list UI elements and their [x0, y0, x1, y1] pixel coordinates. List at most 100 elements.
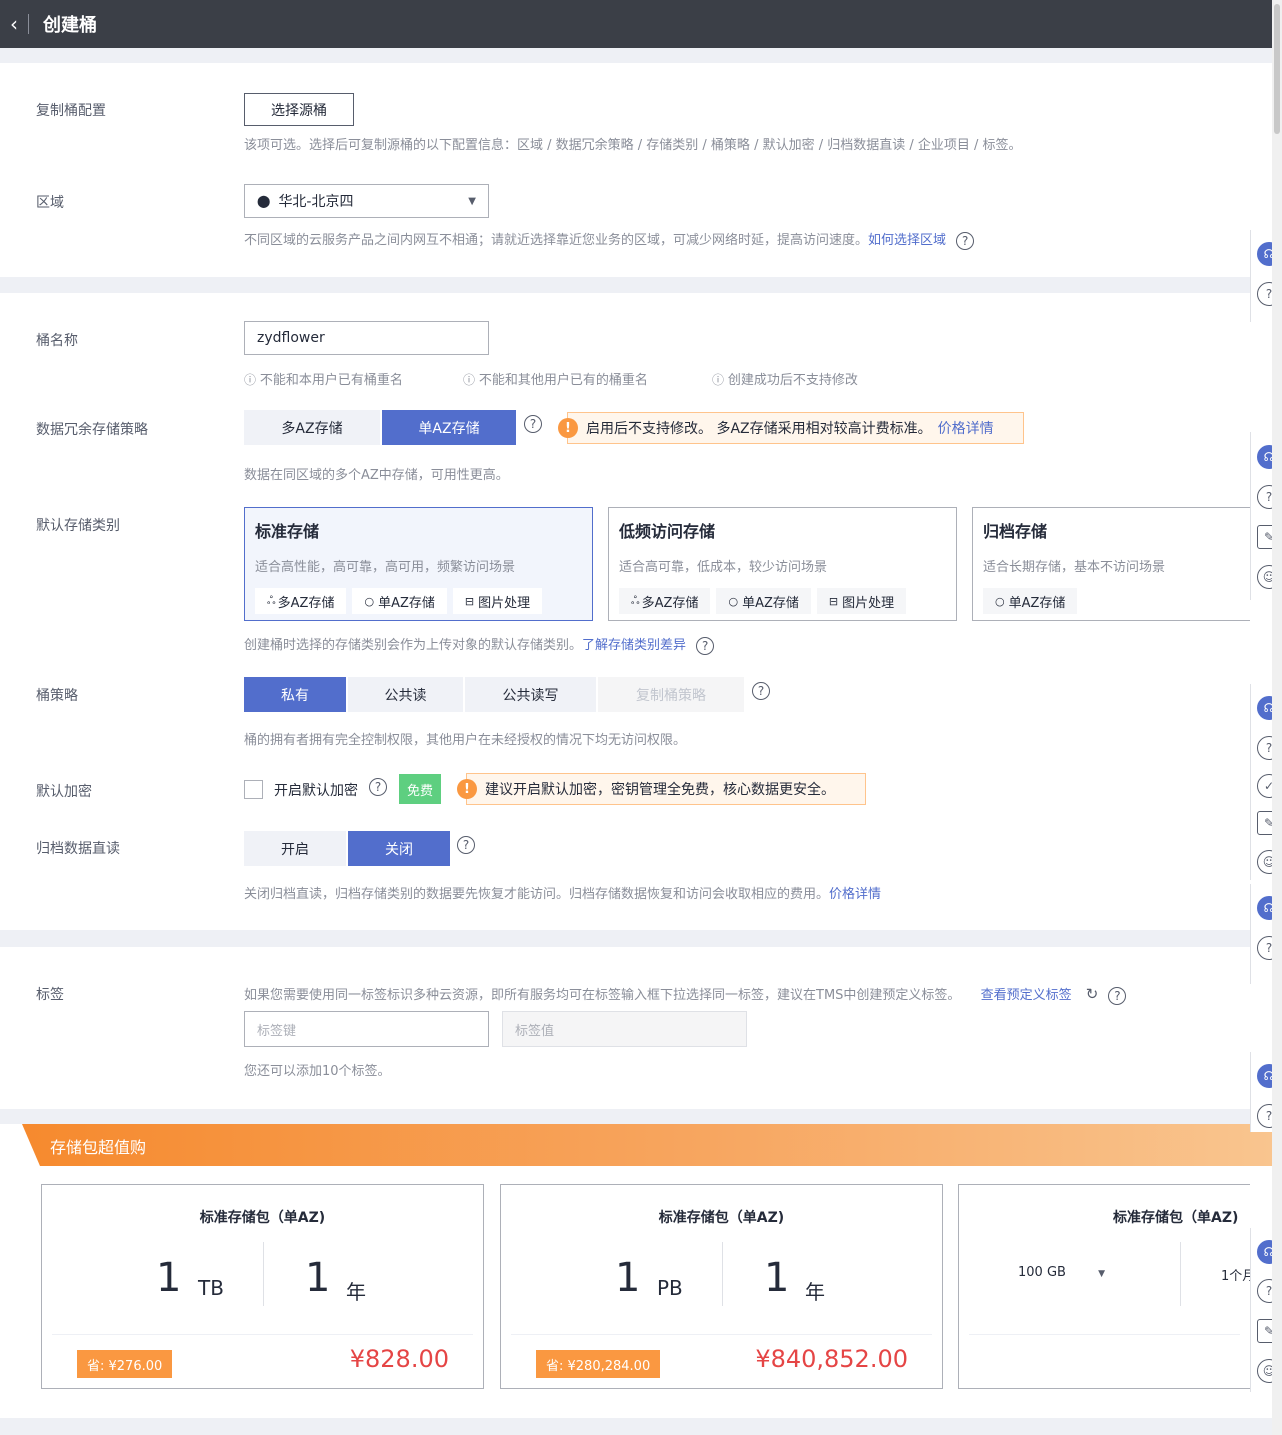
storage-type-title: 标准存储 [255, 522, 320, 541]
tag-key-input[interactable]: 标签键 [244, 1011, 489, 1047]
archive-on-option[interactable]: 开启 [244, 831, 346, 866]
bucket-name-rule: ⓘ 不能和其他用户已有的桶重名 [463, 373, 648, 388]
package-size-unit: PB [657, 1276, 683, 1300]
storage-class-hint: 创建桶时选择的存储类别会作为上传对象的默认存储类别。了解存储类别差异 ? [244, 634, 715, 655]
policy-private-option[interactable]: 私有 [244, 677, 346, 712]
divider [28, 14, 29, 34]
package-size-select[interactable]: 100 GB ▼ [1018, 1265, 1105, 1280]
tag-multi-az: ஃ 多AZ存储 [619, 588, 711, 614]
help-icon[interactable]: ? [1108, 986, 1127, 1005]
caret-down-icon: ▼ [1098, 1269, 1105, 1279]
storage-type-title: 低频访问存储 [619, 522, 716, 541]
tags-card: 标签 如果您需要使用同一标签标识多种云资源，即所有服务均可在标签输入框下拉选择同… [0, 947, 1272, 1109]
refresh-icon[interactable]: ↻ [1086, 985, 1099, 1003]
package-period-select[interactable]: 1个月 [1221, 1265, 1250, 1284]
replicate-label: 复制桶配置 [36, 103, 106, 119]
help-icon[interactable]: ? [696, 636, 715, 655]
divider [263, 1242, 264, 1306]
package-card[interactable]: 标准存储包（单AZ) 1 PB 1 年 省: ¥280,284.00 ¥840,… [500, 1184, 943, 1389]
packages-banner: 存储包超值购 [22, 1124, 1272, 1166]
free-badge: 免费 [399, 774, 441, 804]
region-label: 区域 [36, 195, 64, 211]
package-price: ¥840,852.00 [755, 1345, 908, 1373]
divider [511, 1334, 932, 1335]
chevron-left-icon[interactable]: ‹ [0, 0, 28, 48]
encryption-label: 默认加密 [36, 784, 92, 800]
tag-value-input[interactable]: 标签值 [502, 1011, 747, 1047]
single-az-icon: ○ [995, 594, 1005, 608]
storage-type-desc: 适合高可靠，低成本，较少访问场景 [619, 560, 828, 575]
region-hint: 不同区域的云服务产品之间内网互不相通；请就近选择靠近您业务的区域，可减少网络时延… [244, 229, 975, 250]
package-period-unit: 年 [805, 1280, 825, 1304]
scrollbar-track[interactable] [1272, 0, 1282, 1435]
bucket-name-rule: ⓘ 不能和本用户已有桶重名 [244, 373, 403, 388]
encryption-checkbox-label[interactable]: 开启默认加密 [274, 780, 358, 800]
region-value: 华北-北京四 [278, 194, 354, 210]
tag-single-az: ○ 单AZ存储 [352, 588, 447, 614]
image-icon: ⊟ [828, 594, 839, 608]
multi-az-icon: ஃ [267, 593, 276, 607]
archive-price-link[interactable]: 价格详情 [829, 887, 881, 902]
bucket-name-rule: ⓘ 创建成功后不支持修改 [712, 373, 858, 388]
bucket-name-input[interactable]: zydflower [244, 321, 489, 355]
tags-label: 标签 [36, 987, 64, 1003]
help-icon[interactable]: ? [752, 682, 770, 700]
replicate-hint: 该项可选。选择后可复制源桶的以下配置信息：区域 / 数据冗余策略 / 存储类别 … [244, 138, 1022, 153]
package-size-unit: TB [198, 1276, 224, 1300]
storage-type-archive[interactable]: 归档存储 适合长期存储，基本不访问场景 ○ 单AZ存储 [972, 507, 1250, 621]
package-period: 1 [305, 1255, 331, 1301]
policy-label: 桶策略 [36, 688, 78, 704]
tag-multi-az: ஃ 多AZ存储 [255, 588, 347, 614]
region-select[interactable]: ⬤ 华北-北京四 ▼ [244, 184, 489, 218]
tag-image-processing: ⊟ 图片处理 [452, 588, 543, 614]
storage-class-link[interactable]: 了解存储类别差异 [582, 638, 686, 653]
storage-type-infrequent[interactable]: 低频访问存储 适合高可靠，低成本，较少访问场景 ஃ 多AZ存储 ○ 单AZ存储 ⊟ 图… [608, 507, 957, 621]
policy-public-read-option[interactable]: 公共读 [348, 677, 463, 712]
storage-class-label: 默认存储类别 [36, 518, 120, 534]
storage-type-title: 归档存储 [983, 522, 1048, 541]
divider [1180, 1242, 1181, 1306]
package-saving-badge: 省: ¥280,284.00 [536, 1350, 661, 1378]
bucket-name-label: 桶名称 [36, 333, 78, 349]
package-title: 标准存储包（单AZ) [199, 1210, 326, 1226]
divider [722, 1242, 723, 1306]
help-icon[interactable]: ? [457, 836, 475, 854]
select-source-bucket-button[interactable]: 选择源桶 [244, 93, 354, 126]
single-az-option[interactable]: 单AZ存储 [382, 410, 516, 445]
region-help-link[interactable]: 如何选择区域 [868, 233, 946, 248]
encryption-warning-text: 建议开启默认加密，密钥管理全免费，核心数据更安全。 [485, 782, 835, 798]
help-icon[interactable]: ? [956, 231, 975, 250]
encryption-checkbox[interactable] [244, 780, 263, 799]
help-icon[interactable]: ? [524, 415, 542, 433]
divider [969, 1334, 1240, 1335]
package-card[interactable]: 标准存储包（单AZ) 100 GB ▼ 1个月 [958, 1184, 1250, 1389]
help-icon[interactable]: ? [369, 778, 387, 796]
package-period: 1 [764, 1255, 790, 1301]
redundancy-hint: 数据在同区域的多个AZ中存储，可用性更高。 [244, 468, 509, 483]
caret-down-icon: ▼ [468, 195, 476, 207]
multi-az-option[interactable]: 多AZ存储 [244, 410, 380, 445]
archive-read-label: 归档数据直读 [36, 841, 120, 857]
page-title: 创建桶 [43, 15, 97, 36]
storage-type-desc: 适合长期存储，基本不访问场景 [983, 560, 1166, 575]
warning-icon: ! [558, 418, 578, 438]
price-detail-link[interactable]: 价格详情 [938, 418, 994, 438]
predefined-tags-link[interactable]: 查看预定义标签 [981, 988, 1072, 1003]
archive-off-option[interactable]: 关闭 [348, 831, 450, 866]
storage-type-desc: 适合高性能，高可靠，高可用，频繁访问场景 [255, 560, 516, 575]
redundancy-warning-text: 启用后不支持修改。 多AZ存储采用相对较高计费标准。 [586, 421, 932, 437]
multi-az-icon: ஃ [631, 593, 640, 607]
package-title: 标准存储包（单AZ) [658, 1210, 785, 1226]
storage-type-standard[interactable]: 标准存储 适合高性能，高可靠，高可用，频繁访问场景 ஃ 多AZ存储 ○ 单AZ存储 … [244, 507, 593, 621]
tag-single-az: ○ 单AZ存储 [983, 588, 1078, 614]
scrollbar-thumb[interactable] [1274, 4, 1280, 134]
package-card[interactable]: 标准存储包（单AZ) 1 TB 1 年 省: ¥276.00 ¥828.00 [41, 1184, 484, 1389]
package-size: 1 [615, 1255, 641, 1301]
archive-read-hint: 关闭归档直读，归档存储类别的数据要先恢复才能访问。归档存储数据恢复和访问会收取相… [244, 887, 882, 902]
single-az-icon: ○ [728, 594, 739, 608]
tag-image-processing: ⊟ 图片处理 [816, 588, 907, 614]
package-period-unit: 年 [346, 1280, 366, 1304]
image-icon: ⊟ [464, 594, 475, 608]
policy-public-read-write-option[interactable]: 公共读写 [465, 677, 596, 712]
encryption-warning: ! 建议开启默认加密，密钥管理全免费，核心数据更安全。 [457, 773, 866, 805]
